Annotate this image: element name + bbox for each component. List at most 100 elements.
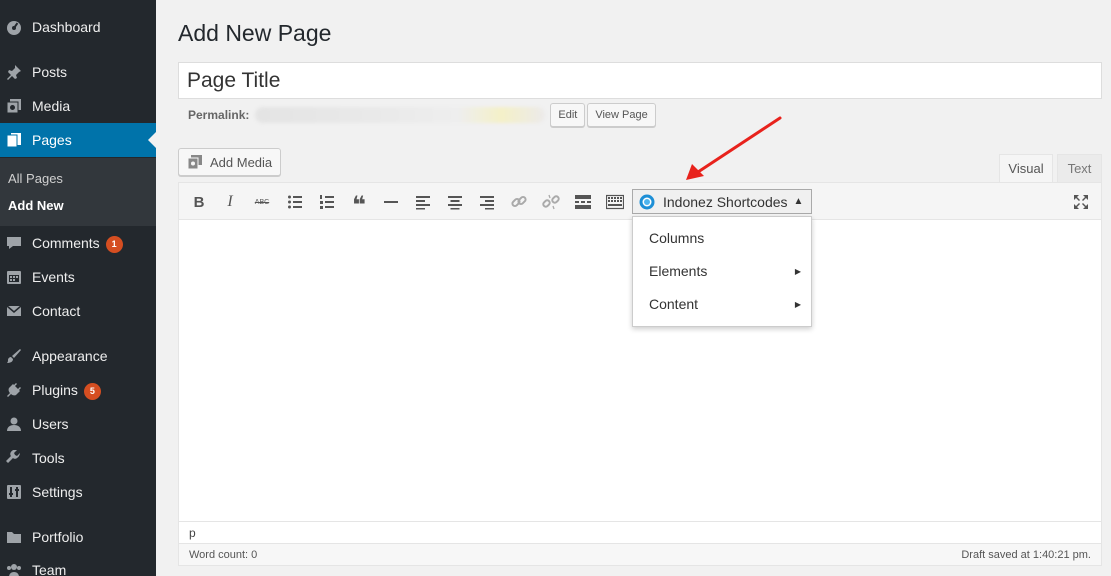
dropdown-item-label: Content [649,296,699,312]
mail-icon [6,303,22,319]
add-media-label: Add Media [210,154,273,170]
sidebar-item-label: Media [32,98,71,114]
media-icon [187,154,203,170]
sidebar-item-appearance[interactable]: Appearance [0,339,156,373]
calendar-icon [6,269,22,285]
view-page-button[interactable]: View Page [587,103,656,127]
annotation-arrow-icon [686,116,782,180]
team-icon [6,562,22,576]
wrench-icon [6,450,22,466]
align-right-button[interactable] [477,192,497,212]
insert-link-button[interactable] [509,192,529,212]
sidebar-item-contact[interactable]: Contact [0,294,156,328]
fullscreen-button[interactable] [1071,192,1091,212]
horizontal-line-icon [384,201,398,203]
dashboard-icon [6,19,22,35]
caret-up-icon: ▲ [793,196,804,207]
shortcodes-dropdown-menu: Columns Elements ▶ Content ▶ [632,216,812,327]
unlink-button[interactable] [541,192,561,212]
sidebar-item-dashboard[interactable]: Dashboard [0,10,156,44]
sidebar-item-media[interactable]: Media [0,89,156,123]
sidebar-item-team[interactable]: Team [0,553,156,576]
comment-icon [6,235,22,251]
dropdown-item-label: Columns [649,230,705,246]
unlink-icon [542,194,560,210]
tab-visual[interactable]: Visual [999,154,1053,183]
sidebar-item-plugins[interactable]: Plugins 5 [0,373,156,407]
bullet-list-button[interactable] [285,192,305,212]
dropdown-item-label: Elements [649,263,708,279]
settings-icon [6,484,22,500]
media-icon [6,98,22,114]
align-left-icon [416,196,430,210]
word-count: Word count: 0 [189,549,258,561]
strikethrough-glyph: ABC [254,198,270,206]
permalink-url-blurred[interactable] [255,107,546,123]
bold-glyph: B [193,193,205,211]
sidebar-item-label: Portfolio [32,529,84,545]
admin-sidebar: Dashboard Posts Media Pages All Pages Ad… [0,0,156,576]
bold-button[interactable]: B [189,192,209,212]
read-more-button[interactable] [573,192,593,212]
tab-text[interactable]: Text [1057,154,1102,183]
pin-icon [6,64,22,80]
strikethrough-button[interactable]: ABC [252,192,272,212]
read-more-icon [575,195,591,209]
sidebar-item-portfolio[interactable]: Portfolio [0,520,156,554]
draft-saved-status: Draft saved at 1:40:21 pm. [961,549,1091,561]
indonez-logo-icon [639,194,655,209]
dropdown-item-content[interactable]: Content ▶ [633,288,811,321]
align-left-button[interactable] [413,192,433,212]
comments-count-badge: 1 [105,236,123,253]
horizontal-line-button[interactable] [381,192,401,212]
blockquote-button[interactable]: ❝ [349,192,369,219]
sidebar-item-posts[interactable]: Posts [0,55,156,89]
sidebar-item-label: Dashboard [32,19,101,35]
sidebar-item-label: Comments [32,235,100,251]
sidebar-item-label: Team [32,562,67,576]
sidebar-item-label: Tools [32,450,65,466]
indonez-shortcodes-dropdown-button[interactable]: Indonez Shortcodes ▲ [632,189,812,214]
sidebar-item-settings[interactable]: Settings [0,475,156,509]
align-right-icon [480,196,494,210]
sidebar-item-comments[interactable]: Comments 1 [0,226,156,260]
dropdown-item-elements[interactable]: Elements ▶ [633,255,811,288]
quote-glyph: ❝ [351,192,367,219]
submenu-arrow-icon: ▶ [794,267,801,276]
keyboard-icon [606,194,624,210]
sidebar-item-tools[interactable]: Tools [0,441,156,475]
italic-glyph: I [227,193,233,210]
editor-element-path[interactable]: p [179,521,1101,543]
editor-toolbar: B I ABC ❝ Indonez Shortcodes ▲ [179,183,1101,220]
pages-icon [6,132,22,148]
edit-permalink-button[interactable]: Edit [550,103,586,127]
italic-button[interactable]: I [220,192,240,212]
folder-icon [6,529,22,545]
bullet-list-icon [288,195,302,209]
sidebar-item-label: Posts [32,64,68,80]
sidebar-item-events[interactable]: Events [0,260,156,294]
align-center-icon [448,196,462,210]
submenu-arrow-icon: ▶ [794,300,801,309]
sidebar-item-label: Pages [32,132,72,148]
post-title-input[interactable] [178,62,1102,99]
submenu-item-add-new[interactable]: Add New [8,198,64,214]
toolbar-toggle-button[interactable] [605,192,625,212]
add-media-button[interactable]: Add Media [178,148,282,176]
sidebar-item-label: Contact [32,303,81,319]
submenu-item-all-pages[interactable]: All Pages [8,171,63,187]
fullscreen-icon [1074,195,1088,209]
dropdown-item-columns[interactable]: Columns [633,222,811,255]
permalink-label: Permalink: [188,108,250,122]
sidebar-item-pages[interactable]: Pages [0,123,156,157]
align-center-button[interactable] [445,192,465,212]
permalink-row: Permalink: Edit View Page [188,103,656,127]
sidebar-item-users[interactable]: Users [0,407,156,441]
sidebar-item-label: Events [32,269,75,285]
page-title: Add New Page [178,20,332,46]
numbered-list-button[interactable] [317,192,337,212]
editor-statusbar: Word count: 0 Draft saved at 1:40:21 pm. [179,543,1101,565]
plugins-update-badge: 5 [83,383,101,400]
numbered-list-icon [320,195,334,209]
shortcodes-label: Indonez Shortcodes [663,193,788,210]
